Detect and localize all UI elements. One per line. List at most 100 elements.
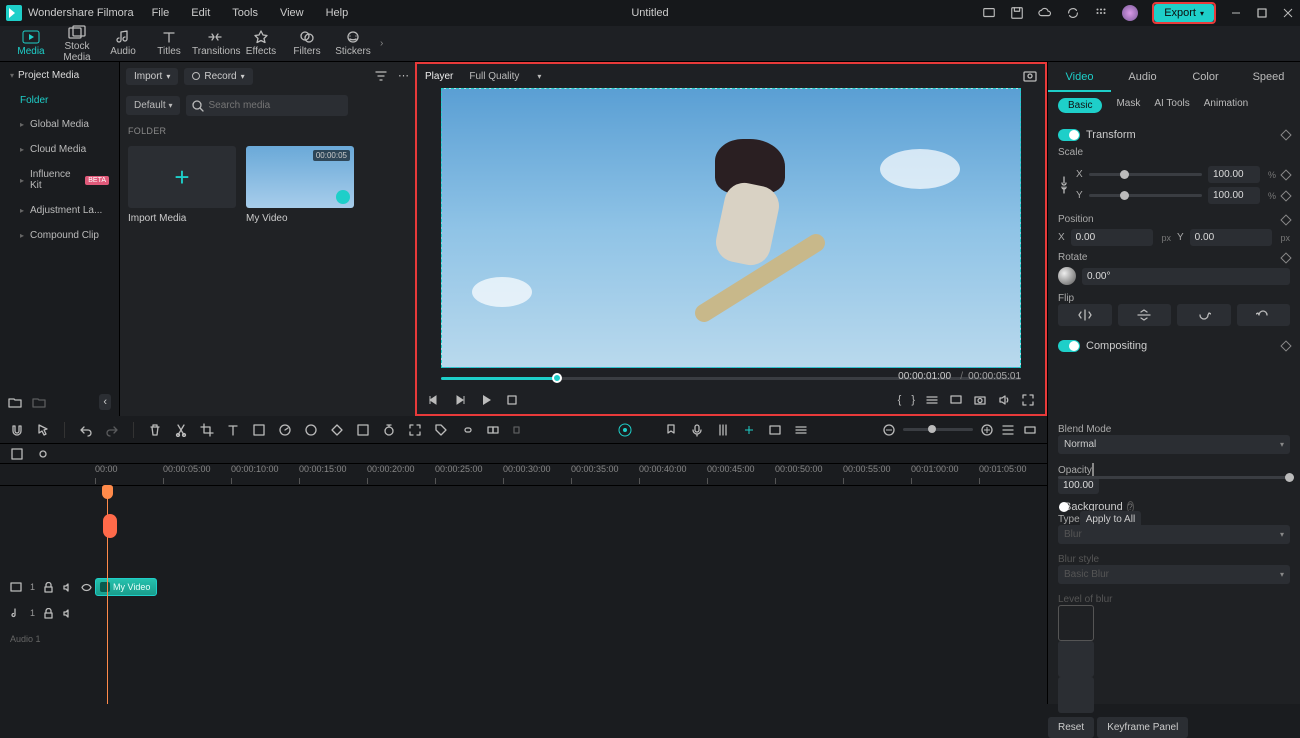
keyframe-tl-icon[interactable]: [330, 423, 344, 437]
more-icon[interactable]: ⋯: [398, 69, 409, 83]
scale-y-input[interactable]: 100.00: [1208, 187, 1260, 204]
project-media-header[interactable]: ▾Project Media: [0, 62, 119, 89]
import-button[interactable]: Import▾: [126, 68, 178, 85]
apply-all-button[interactable]: Apply to All: [1080, 511, 1141, 528]
refresh-icon[interactable]: [1066, 6, 1080, 20]
cloud-icon[interactable]: [1038, 6, 1052, 20]
pos-y-input[interactable]: 0.00: [1190, 229, 1273, 246]
opacity-input[interactable]: 100.00: [1058, 477, 1099, 494]
render-icon[interactable]: [768, 423, 782, 437]
rotate-cw-button[interactable]: [1177, 304, 1231, 326]
delete-icon[interactable]: [148, 423, 162, 437]
group-icon[interactable]: [486, 423, 500, 437]
blend-select[interactable]: Normal▾: [1058, 435, 1290, 454]
green-screen-icon[interactable]: [356, 423, 370, 437]
tab-effects[interactable]: Effects: [238, 30, 284, 57]
key-icon[interactable]: [1280, 340, 1291, 351]
scale-x-slider[interactable]: [1089, 173, 1202, 176]
media-card-my-video[interactable]: 00:00:05 My Video: [246, 146, 354, 224]
text-icon[interactable]: [226, 423, 240, 437]
subtab-ai-tools[interactable]: AI Tools: [1154, 98, 1189, 113]
screen-icon[interactable]: [982, 6, 996, 20]
tree-influence-kit[interactable]: ▸Influence KitBETA: [0, 162, 119, 198]
compositing-toggle[interactable]: [1058, 340, 1080, 352]
snapshot-icon[interactable]: [1023, 69, 1037, 83]
crop-alt-icon[interactable]: [252, 423, 266, 437]
pointer-icon[interactable]: [36, 423, 50, 437]
flip-h-button[interactable]: [1058, 304, 1112, 326]
tab-audio[interactable]: Audio: [100, 30, 146, 57]
speed-icon[interactable]: [278, 423, 292, 437]
flip-v-button[interactable]: [1118, 304, 1172, 326]
clip-marker[interactable]: [103, 514, 117, 538]
preview-viewport[interactable]: [441, 88, 1021, 368]
undo-icon[interactable]: [79, 423, 93, 437]
avatar[interactable]: [1122, 5, 1138, 21]
mixer-icon[interactable]: [716, 423, 730, 437]
tree-global-media[interactable]: ▸Global Media: [0, 112, 119, 137]
mic-icon[interactable]: [690, 423, 704, 437]
tree-cloud-media[interactable]: ▸Cloud Media: [0, 137, 119, 162]
camera-icon[interactable]: [973, 393, 987, 407]
crop-icon[interactable]: [200, 423, 214, 437]
prop-tab-video[interactable]: Video: [1048, 62, 1111, 92]
fullscreen-icon[interactable]: [1021, 393, 1035, 407]
tree-adjustment-layer[interactable]: ▸Adjustment La...: [0, 198, 119, 223]
zoom-slider[interactable]: [903, 428, 973, 431]
display-icon[interactable]: [949, 393, 963, 407]
rotate-knob[interactable]: [1058, 267, 1076, 285]
save-icon[interactable]: [1010, 6, 1024, 20]
key-icon[interactable]: [1280, 252, 1291, 263]
reset-button[interactable]: Reset: [1048, 717, 1094, 738]
folder-row[interactable]: Folder: [0, 89, 119, 112]
tab-filters[interactable]: Filters: [284, 30, 330, 57]
prop-tab-speed[interactable]: Speed: [1237, 62, 1300, 92]
volume-icon[interactable]: [997, 393, 1011, 407]
stop-icon[interactable]: [505, 393, 519, 407]
menu-file[interactable]: File: [152, 7, 170, 19]
link-tl-icon[interactable]: [460, 423, 474, 437]
menu-help[interactable]: Help: [326, 7, 349, 19]
mark-out-icon[interactable]: }: [911, 394, 915, 406]
eye-icon[interactable]: [81, 582, 92, 593]
list-icon[interactable]: [925, 393, 939, 407]
pos-x-input[interactable]: 0.00: [1071, 229, 1154, 246]
redo-icon[interactable]: [105, 423, 119, 437]
adjust-icon[interactable]: [742, 423, 756, 437]
new-folder-icon[interactable]: [8, 395, 22, 409]
scale-y-slider[interactable]: [1089, 194, 1202, 197]
subtab-animation[interactable]: Animation: [1204, 98, 1248, 113]
keyframe-icon[interactable]: [1280, 129, 1291, 140]
subtab-mask[interactable]: Mask: [1116, 98, 1140, 113]
transform-section[interactable]: Transform: [1058, 123, 1290, 147]
timer-icon[interactable]: [382, 423, 396, 437]
progress-bar[interactable]: 00:00:01:00 / 00:00:05:01: [441, 368, 1021, 386]
menu-view[interactable]: View: [280, 7, 304, 19]
zoom-in-icon[interactable]: [981, 424, 993, 436]
tree-compound-clip[interactable]: ▸Compound Clip: [0, 223, 119, 248]
sort-default[interactable]: Default ▾: [126, 96, 180, 115]
rotate-input[interactable]: 0.00°: [1082, 268, 1290, 285]
lock-icon[interactable]: [43, 608, 54, 619]
prop-tab-color[interactable]: Color: [1174, 62, 1237, 92]
tab-titles[interactable]: Titles: [146, 30, 192, 57]
tab-transitions[interactable]: Transitions: [192, 30, 238, 57]
minimize-icon[interactable]: [1230, 7, 1242, 19]
ungroup-icon[interactable]: [512, 423, 526, 437]
timeline-opts-icon[interactable]: [10, 447, 24, 461]
close-icon[interactable]: [1282, 7, 1294, 19]
tab-media[interactable]: Media: [8, 30, 54, 57]
prop-tab-audio[interactable]: Audio: [1111, 62, 1174, 92]
transform-toggle[interactable]: [1058, 129, 1080, 141]
key-icon[interactable]: [1280, 214, 1291, 225]
link-toggle-icon[interactable]: [36, 447, 50, 461]
menu-edit[interactable]: Edit: [191, 7, 210, 19]
prev-frame-icon[interactable]: [427, 393, 441, 407]
mute-icon[interactable]: [62, 608, 73, 619]
marker-icon[interactable]: [664, 423, 678, 437]
collapse-tree-icon[interactable]: ‹: [99, 394, 111, 410]
color-icon[interactable]: [304, 423, 318, 437]
ai-icon[interactable]: [618, 423, 632, 437]
tab-stock-media[interactable]: Stock Media: [54, 25, 100, 63]
tab-stickers[interactable]: Stickers: [330, 30, 376, 57]
